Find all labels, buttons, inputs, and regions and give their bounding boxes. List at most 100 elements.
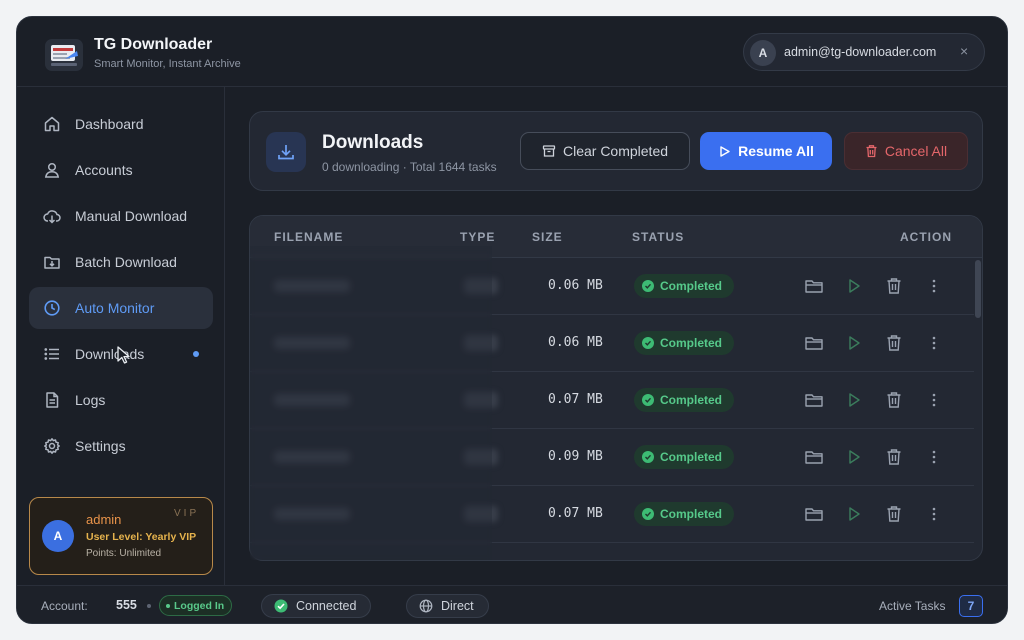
more-vertical-icon[interactable]: [924, 505, 944, 523]
column-header-action: ACTION: [900, 230, 952, 244]
play-icon[interactable]: [844, 448, 864, 466]
vip-tag: VIP: [174, 508, 200, 519]
folder-icon[interactable]: [804, 334, 824, 352]
column-header-filename[interactable]: FILENAME: [274, 230, 343, 244]
status-label: Completed: [660, 450, 723, 464]
proxy-mode[interactable]: Direct: [406, 594, 489, 618]
clear-completed-button[interactable]: Clear Completed: [520, 132, 690, 170]
sidebar-item-settings[interactable]: Settings: [29, 425, 213, 467]
account-label: Account:: [41, 599, 88, 613]
file-size: 0.06 MB: [548, 278, 603, 293]
vip-points: Points: Unlimited: [86, 548, 162, 559]
column-header-type[interactable]: TYPE: [460, 230, 495, 244]
separator-dot: [147, 604, 151, 608]
play-icon[interactable]: [844, 391, 864, 409]
clear-completed-label: Clear Completed: [562, 143, 669, 159]
status-dot: [166, 603, 170, 608]
status-badge: Completed: [634, 445, 735, 469]
folder-icon[interactable]: [804, 448, 824, 466]
status-label: Completed: [660, 393, 723, 407]
app-subtitle: Smart Monitor, Instant Archive: [94, 58, 241, 70]
trash-icon: [866, 145, 877, 158]
active-tasks-count: 7: [959, 595, 983, 617]
file-size: 0.07 MB: [548, 392, 603, 407]
vip-level: User Level: Yearly VIP: [86, 531, 197, 543]
trash-icon[interactable]: [884, 505, 904, 523]
user-email: admin@tg-downloader.com: [784, 45, 937, 59]
vip-username: admin: [86, 512, 122, 527]
scrollbar-thumb[interactable]: [975, 260, 981, 318]
sidebar-item-batch-download[interactable]: Batch Download: [29, 241, 213, 283]
cloud-download-icon: [43, 210, 61, 224]
trash-icon[interactable]: [884, 277, 904, 295]
status-badge: Completed: [634, 274, 735, 298]
trash-icon[interactable]: [884, 391, 904, 409]
sidebar-item-logs[interactable]: Logs: [29, 379, 213, 421]
connection-status[interactable]: Connected: [261, 594, 372, 618]
folder-icon[interactable]: [804, 277, 824, 295]
task-summary: 0 downloading · Total 1644 tasks: [322, 160, 497, 174]
status-label: Completed: [660, 279, 723, 293]
check-circle-icon: [274, 599, 288, 613]
file-size: 0.07 MB: [548, 506, 603, 521]
sidebar-item-label: Batch Download: [75, 254, 177, 270]
sidebar-item-auto-monitor[interactable]: Auto Monitor: [29, 287, 213, 329]
close-icon[interactable]: ×: [960, 43, 968, 59]
sidebar-item-dashboard[interactable]: Dashboard: [29, 103, 213, 145]
resume-all-button[interactable]: Resume All: [700, 132, 832, 170]
column-header-size[interactable]: SIZE: [532, 230, 563, 244]
check-circle-icon: [642, 508, 654, 520]
trash-icon[interactable]: [884, 334, 904, 352]
file-icon: [46, 392, 59, 408]
play-icon[interactable]: [844, 505, 864, 523]
status-label: Completed: [660, 336, 723, 350]
archive-icon: [542, 145, 556, 157]
play-icon[interactable]: [844, 334, 864, 352]
sidebar-item-label: Accounts: [75, 162, 133, 178]
cancel-all-button[interactable]: Cancel All: [844, 132, 968, 170]
vip-card[interactable]: A admin VIP User Level: Yearly VIP Point…: [29, 497, 213, 575]
page-title: Downloads: [322, 132, 424, 153]
app-title: TG Downloader: [94, 36, 213, 53]
folder-icon[interactable]: [804, 391, 824, 409]
play-icon[interactable]: [844, 277, 864, 295]
column-header-status[interactable]: STATUS: [632, 230, 684, 244]
sidebar-item-manual-download[interactable]: Manual Download: [29, 195, 213, 237]
user-icon: [44, 162, 60, 178]
check-circle-icon: [642, 280, 654, 292]
account-count: 555: [116, 598, 137, 612]
trash-icon[interactable]: [884, 448, 904, 466]
gear-icon: [44, 438, 60, 454]
resume-all-label: Resume All: [738, 143, 814, 159]
file-size: 0.09 MB: [548, 449, 603, 464]
clock-icon: [44, 300, 60, 316]
check-circle-icon: [642, 337, 654, 349]
mouse-cursor-icon: [117, 346, 130, 364]
play-icon: [720, 145, 730, 157]
folder-download-icon: [44, 256, 60, 269]
file-size: 0.06 MB: [548, 335, 603, 350]
sidebar-item-label: Logs: [75, 392, 106, 408]
connection-label: Connected: [296, 599, 357, 613]
folder-icon[interactable]: [804, 505, 824, 523]
active-tasks-label: Active Tasks: [879, 599, 946, 613]
sidebar-item-label: Dashboard: [75, 116, 144, 132]
status-label: Completed: [660, 507, 723, 521]
more-vertical-icon[interactable]: [924, 277, 944, 295]
notification-dot: [193, 351, 199, 357]
sidebar: Dashboard Accounts Manual Download Batch…: [17, 87, 225, 585]
app-header: TG Downloader Smart Monitor, Instant Arc…: [17, 17, 1007, 87]
more-vertical-icon[interactable]: [924, 334, 944, 352]
check-circle-icon: [642, 451, 654, 463]
more-vertical-icon[interactable]: [924, 448, 944, 466]
more-vertical-icon[interactable]: [924, 391, 944, 409]
table-scrollbar[interactable]: [974, 258, 982, 560]
downloads-toolbar: Downloads 0 downloading · Total 1644 tas…: [249, 111, 983, 191]
user-account-chip[interactable]: A admin@tg-downloader.com ×: [743, 33, 985, 71]
list-icon: [44, 348, 59, 360]
sidebar-item-accounts[interactable]: Accounts: [29, 149, 213, 191]
vip-avatar: A: [42, 520, 74, 552]
login-status-label: Logged In: [174, 599, 225, 612]
login-status-badge: Logged In: [159, 595, 233, 616]
app-logo-icon: [43, 37, 85, 73]
